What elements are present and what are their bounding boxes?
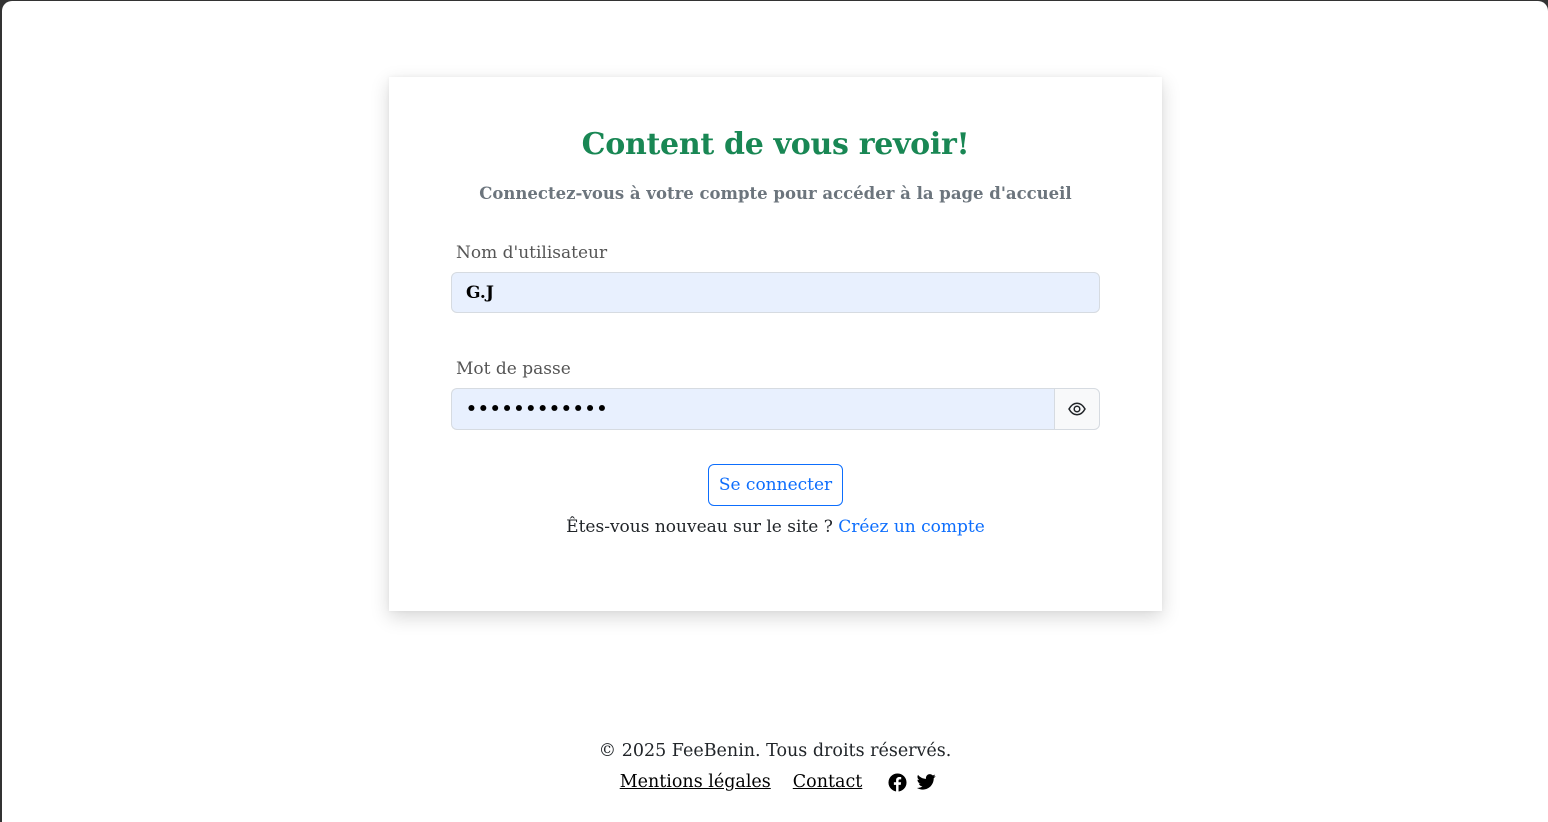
signup-link[interactable]: Créez un compte xyxy=(838,517,985,537)
password-label: Mot de passe xyxy=(456,359,571,379)
twitter-icon[interactable] xyxy=(917,774,936,790)
page-title: Content de vous revoir! xyxy=(581,127,970,162)
contact-link[interactable]: Contact xyxy=(793,772,863,792)
toggle-password-button[interactable] xyxy=(1054,388,1100,430)
username-label: Nom d'utilisateur xyxy=(456,243,608,263)
browser-viewport: Content de vous revoir! Connectez-vous à… xyxy=(2,1,1548,822)
footer-links: Mentions légales Contact xyxy=(2,772,1548,792)
legal-notice-link[interactable]: Mentions légales xyxy=(620,772,771,792)
footer-copyright: © 2025 FeeBenin. Tous droits réservés. xyxy=(598,741,952,761)
eye-icon xyxy=(1068,402,1086,416)
facebook-icon[interactable] xyxy=(888,772,907,792)
social-links xyxy=(883,772,941,792)
login-button[interactable]: Se connecter xyxy=(708,464,843,506)
username-input[interactable] xyxy=(451,272,1100,313)
login-card: Content de vous revoir! Connectez-vous à… xyxy=(389,77,1162,611)
signup-prompt-text: Êtes-vous nouveau sur le site ? xyxy=(566,517,833,537)
signup-prompt: Êtes-vous nouveau sur le site ? Créez un… xyxy=(389,517,1162,537)
password-group xyxy=(451,388,1100,430)
password-input[interactable] xyxy=(451,388,1055,430)
page-subtitle: Connectez-vous à votre compte pour accéd… xyxy=(479,184,1072,203)
